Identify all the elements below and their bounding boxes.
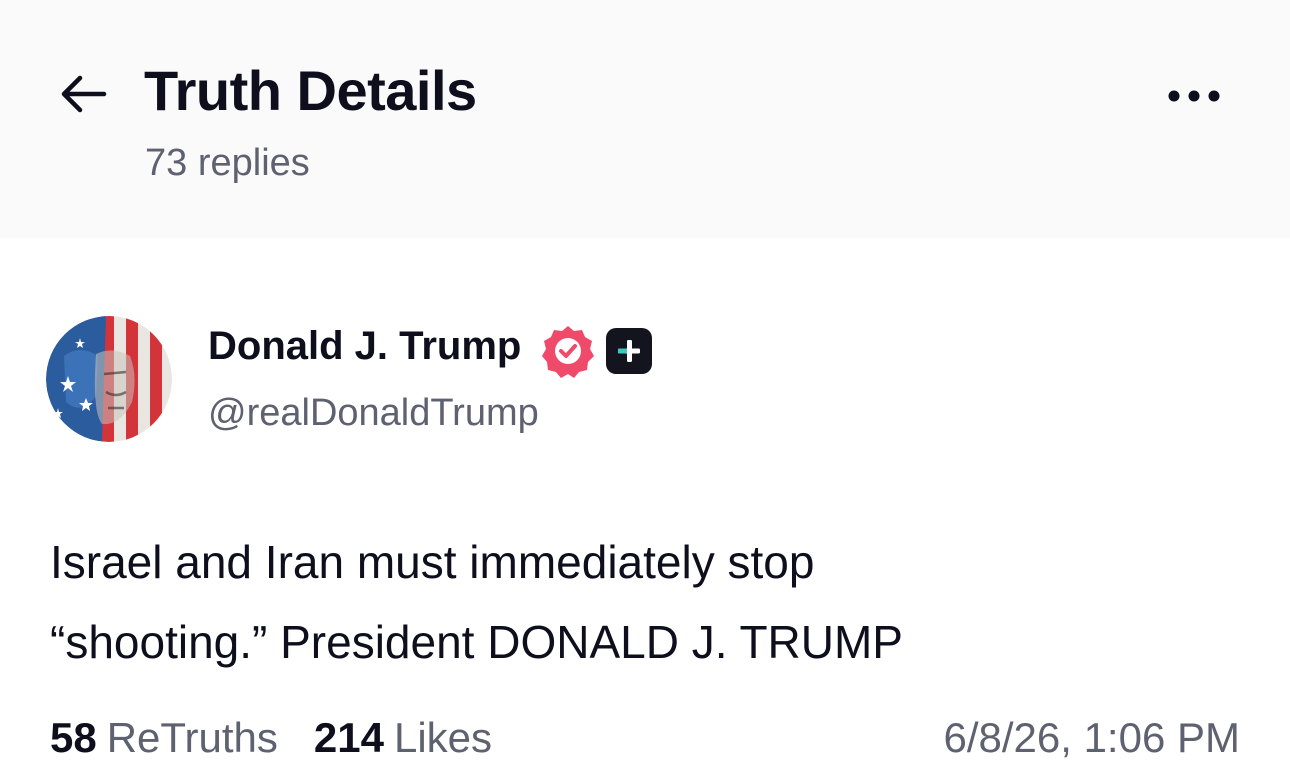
post-text-line: Israel and Iran must immediately stop bbox=[50, 536, 815, 588]
header-bar: Truth Details 73 replies bbox=[0, 0, 1290, 238]
page-title: Truth Details bbox=[144, 59, 477, 122]
arrow-left-icon bbox=[61, 75, 107, 113]
verified-check-icon bbox=[541, 324, 595, 378]
retruths-count: 58 bbox=[50, 714, 97, 761]
more-options-button[interactable] bbox=[1158, 72, 1230, 120]
avatar[interactable] bbox=[46, 316, 172, 442]
avatar-image bbox=[46, 316, 172, 442]
plus-badge-icon bbox=[606, 328, 652, 374]
ellipsis-horizontal-icon bbox=[1168, 90, 1220, 102]
post-body: Israel and Iran must immediately stop “s… bbox=[50, 522, 1230, 682]
retruths-label: ReTruths bbox=[106, 714, 278, 761]
likes-stat[interactable]: 214 Likes bbox=[314, 714, 492, 762]
reply-count: 73 replies bbox=[145, 142, 310, 184]
author-handle[interactable]: @realDonaldTrump bbox=[208, 392, 539, 435]
retruths-stat[interactable]: 58 ReTruths bbox=[50, 714, 278, 762]
post-timestamp: 6/8/26, 1:06 PM bbox=[943, 714, 1240, 761]
truth-details-page: Truth Details 73 replies Donald J. Trump… bbox=[0, 0, 1290, 777]
likes-label: Likes bbox=[393, 714, 493, 761]
author-name[interactable]: Donald J. Trump bbox=[208, 324, 521, 369]
back-button[interactable] bbox=[54, 66, 110, 122]
likes-count: 214 bbox=[313, 714, 384, 761]
post-stats: 58 ReTruths 214 Likes bbox=[50, 714, 492, 762]
post-text-line: “shooting.” President DONALD J. TRUMP bbox=[50, 616, 903, 668]
